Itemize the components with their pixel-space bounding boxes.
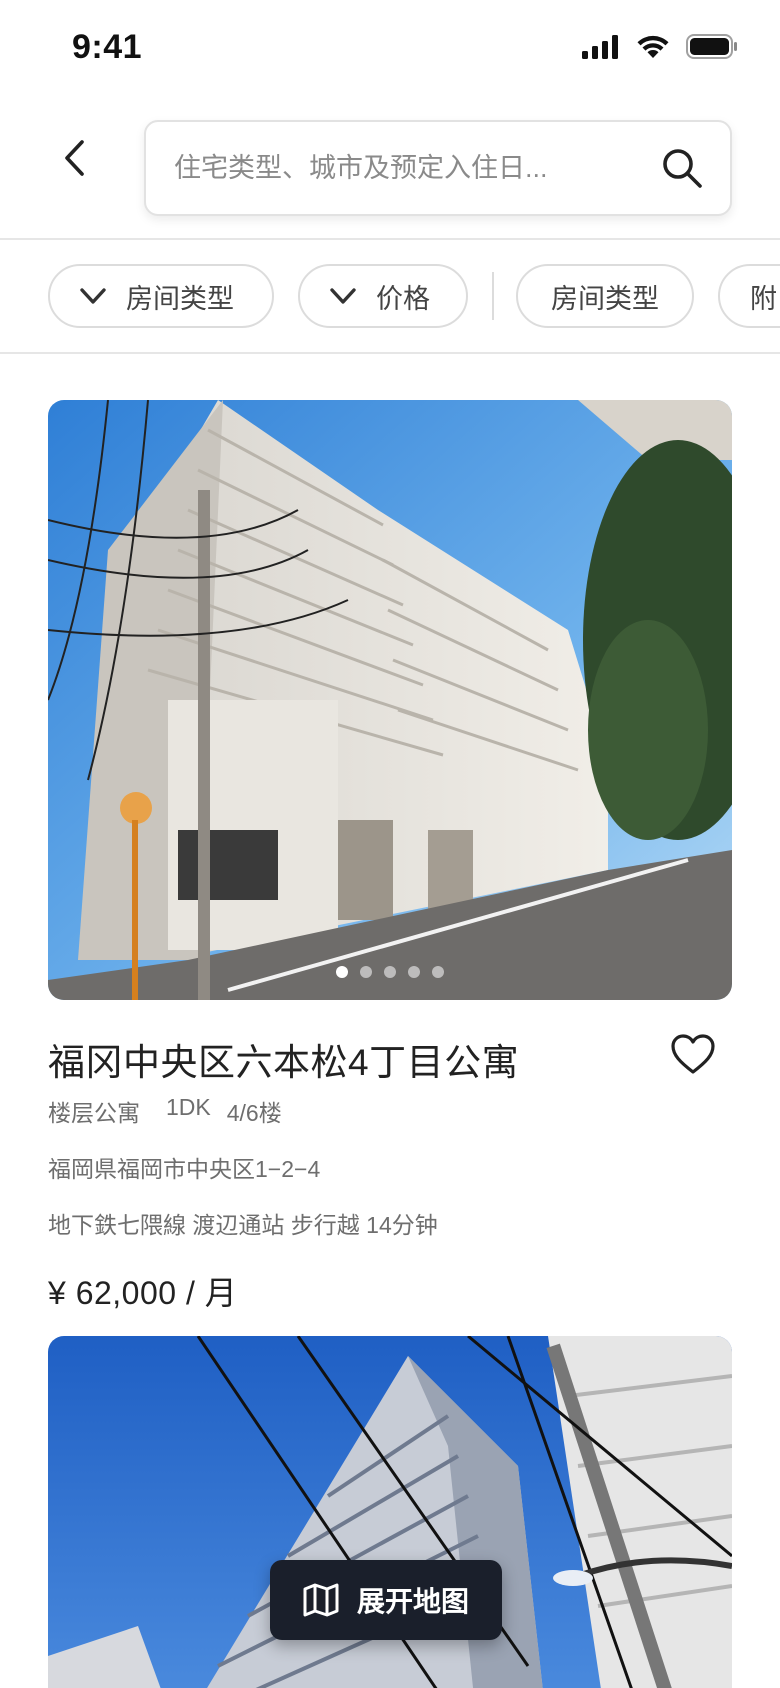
search-header (0, 100, 780, 240)
filter-price-dropdown[interactable]: 价格 (298, 264, 468, 328)
filter-room-type-dropdown[interactable]: 房间类型 (48, 264, 274, 328)
search-icon[interactable] (660, 146, 704, 190)
filter-label: 房间类型 (551, 283, 659, 314)
chevron-down-icon (330, 288, 356, 304)
listing-title-row: 福冈中央区六本松4丁目公寓 (48, 1032, 732, 1083)
listing-layout: 1DK (166, 1094, 211, 1120)
filter-room-type-chip[interactable]: 房间类型 (516, 264, 694, 328)
chevron-left-icon (65, 140, 84, 176)
search-input[interactable] (174, 122, 644, 214)
status-time: 9:41 (72, 28, 143, 66)
filter-more-chip[interactable]: 附 (718, 264, 780, 328)
apartment-building-photo (48, 400, 732, 1000)
listing-type: 楼层公寓 (48, 1100, 140, 1126)
show-map-button[interactable]: 展开地图 (270, 1560, 502, 1640)
photo-pagination (48, 966, 732, 978)
listing-title[interactable]: 福冈中央区六本松4丁目公寓 (48, 1032, 732, 1086)
listing-floor: 4/6楼 (226, 1100, 282, 1126)
pagination-dot[interactable] (384, 966, 396, 978)
wifi-icon (637, 35, 669, 58)
listing-photo[interactable] (48, 400, 732, 1000)
pagination-dot[interactable] (432, 966, 444, 978)
chevron-down-icon (80, 288, 106, 304)
filter-label: 房间类型 (126, 283, 234, 314)
pagination-dot[interactable] (408, 966, 420, 978)
listing-address: 福岡県福岡市中央区1−2−4 (48, 1156, 321, 1182)
back-button[interactable] (44, 128, 104, 188)
show-map-label: 展开地图 (356, 1586, 469, 1617)
filter-divider (492, 272, 494, 320)
status-bar: 9:41 (0, 0, 780, 100)
pagination-dot-active[interactable] (336, 966, 348, 978)
filter-label: 价格 (376, 283, 430, 314)
listing-price: ¥ 62,000 / 月 (48, 1275, 238, 1311)
status-icons (582, 34, 738, 59)
listing-transit: 地下鉄七隈線 渡辺通站 步行越 14分钟 (48, 1212, 438, 1238)
pagination-dot[interactable] (360, 966, 372, 978)
cellular-signal-icon (582, 34, 618, 59)
listing-meta: 楼层公寓 1DK 4/6楼 (48, 1094, 732, 1128)
filter-label: 附 (750, 283, 777, 314)
map-icon (303, 1583, 339, 1617)
battery-icon (686, 34, 737, 59)
filter-bar: 房间类型 价格 房间类型 附 (0, 242, 780, 354)
heart-icon[interactable] (670, 1032, 716, 1078)
listing-card[interactable]: 福冈中央区六本松4丁目公寓 楼层公寓 1DK 4/6楼 福岡県福岡市中央区1−2… (48, 400, 732, 1314)
search-box[interactable] (144, 120, 732, 216)
